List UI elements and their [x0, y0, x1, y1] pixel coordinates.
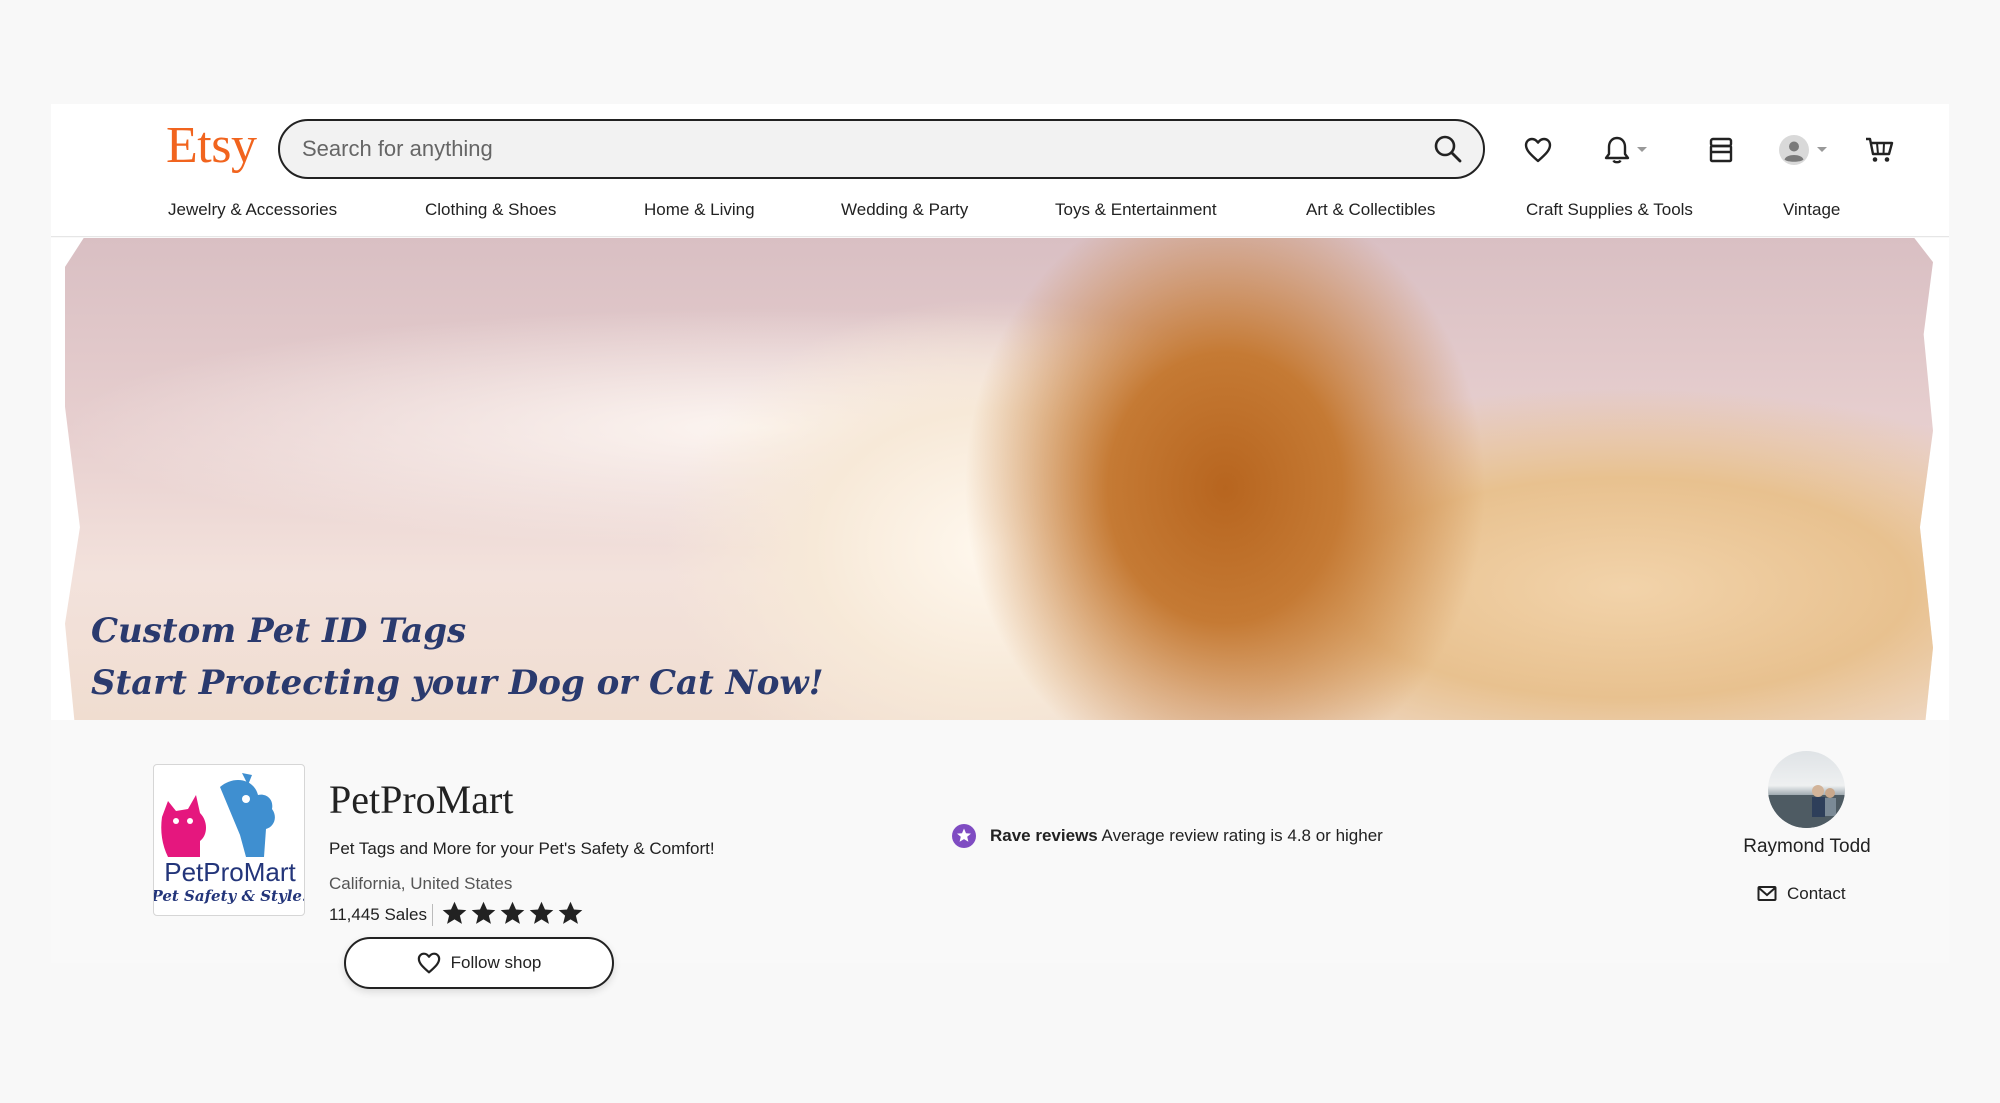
cart-icon: [1866, 137, 1894, 162]
rave-star-badge-icon: [952, 824, 976, 848]
rave-reviews-text: Average review rating is 4.8 or higher: [1101, 826, 1383, 845]
star-icon: [529, 901, 554, 924]
nav-item-art-collectibles[interactable]: Art & Collectibles: [1306, 200, 1435, 220]
nav-item-home-living[interactable]: Home & Living: [644, 200, 755, 220]
rave-reviews-badge: Rave reviews Average review rating is 4.…: [952, 824, 1383, 848]
star-icon: [442, 901, 467, 924]
contact-label: Contact: [1787, 884, 1846, 903]
owner-photo: [1768, 785, 1845, 828]
star-icon: [471, 901, 496, 924]
shop-name: PetProMart: [329, 777, 514, 822]
banner-headline: Custom Pet ID Tags: [91, 611, 467, 651]
shop-location: California, United States: [329, 874, 513, 893]
follow-shop-button[interactable]: Follow shop: [344, 937, 614, 989]
banner-subheadline: Start Protecting your Dog or Cat Now!: [91, 663, 824, 703]
account-icon: [1779, 135, 1809, 165]
sales-count: 11,445 Sales: [329, 905, 427, 924]
shop-logo-subtext: Pet Safety & Style!: [154, 887, 305, 905]
heart-icon: [417, 952, 440, 974]
bell-icon: [1604, 136, 1630, 164]
chevron-down-icon: [1817, 147, 1827, 152]
rave-reviews-title: Rave reviews: [990, 826, 1098, 845]
shop-logo[interactable]: PetProMart Pet Safety & Style!: [153, 764, 305, 916]
nav-item-clothing-shoes[interactable]: Clothing & Shoes: [425, 200, 556, 220]
mail-icon: [1757, 886, 1777, 901]
category-nav: Jewelry & Accessories Clothing & Shoes H…: [51, 200, 1949, 230]
heart-icon: [1524, 137, 1552, 163]
notifications-button[interactable]: [1604, 130, 1648, 170]
owner-avatar[interactable]: [1768, 751, 1845, 828]
contact-button[interactable]: Contact: [1757, 884, 1846, 904]
nav-item-craft-supplies-tools[interactable]: Craft Supplies & Tools: [1526, 200, 1693, 220]
site-header: Etsy Search for anything Jewelry & Acces…: [51, 104, 1949, 237]
search-icon[interactable]: [1433, 134, 1463, 164]
search-input[interactable]: [302, 121, 1402, 177]
chevron-down-icon: [1637, 147, 1647, 152]
cat-dog-logo-icon: PetProMart Pet Safety & Style!: [154, 773, 305, 905]
shop-logo-text: PetProMart: [164, 857, 296, 887]
shop-banner: Custom Pet ID Tags Start Protecting your…: [51, 238, 1949, 720]
shop-manager-button[interactable]: [1707, 130, 1735, 170]
nav-item-jewelry-accessories[interactable]: Jewelry & Accessories: [168, 200, 337, 220]
etsy-logo[interactable]: Etsy: [166, 116, 257, 175]
owner-name[interactable]: Raymond Todd: [1743, 836, 1871, 858]
star-icon: [558, 901, 583, 924]
shop-tagline: Pet Tags and More for your Pet's Safety …: [329, 839, 715, 858]
divider: [432, 904, 433, 926]
star-icon: [500, 901, 525, 924]
page: Etsy Search for anything Jewelry & Acces…: [51, 104, 1949, 989]
nav-item-toys-entertainment[interactable]: Toys & Entertainment: [1055, 200, 1217, 220]
shop-icon: [1709, 137, 1733, 163]
follow-shop-label: Follow shop: [450, 953, 542, 972]
search-bar: [278, 119, 1485, 179]
nav-item-wedding-party[interactable]: Wedding & Party: [841, 200, 968, 220]
account-button[interactable]: [1778, 130, 1828, 170]
nav-item-vintage[interactable]: Vintage: [1783, 200, 1840, 220]
favorites-button[interactable]: [1524, 130, 1552, 170]
cart-button[interactable]: [1864, 130, 1894, 170]
rating-stars[interactable]: [441, 900, 584, 927]
